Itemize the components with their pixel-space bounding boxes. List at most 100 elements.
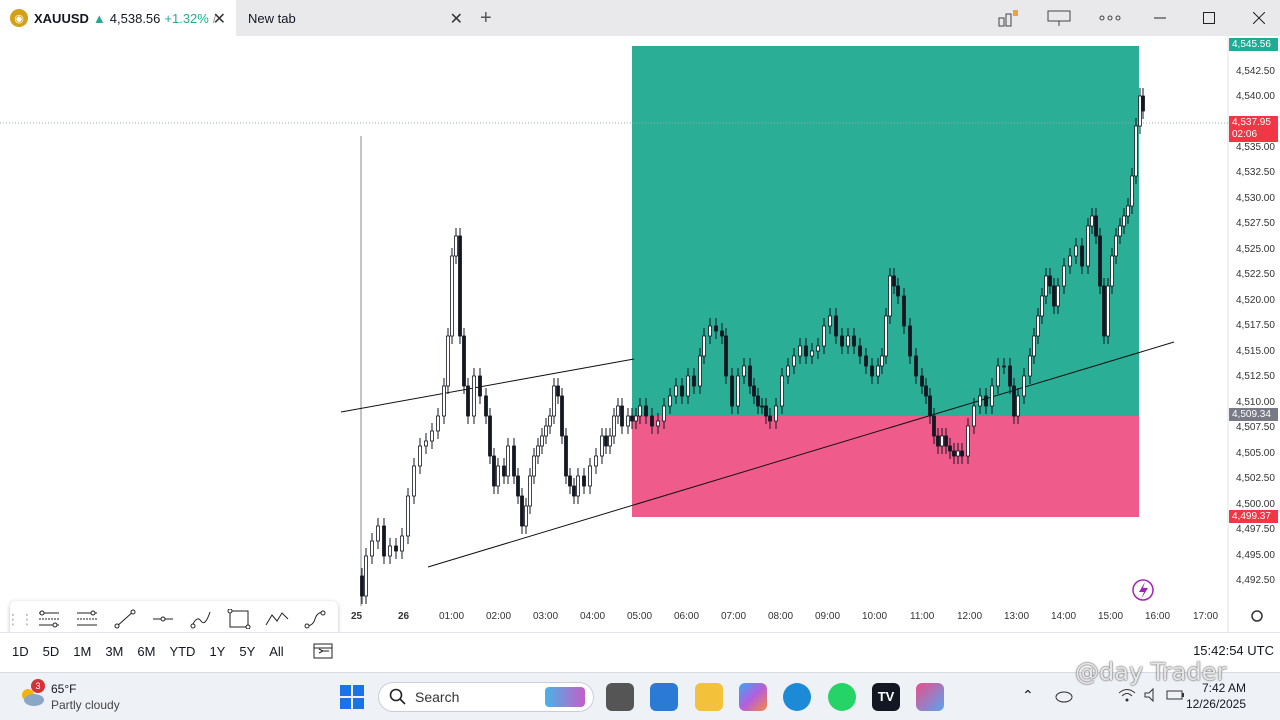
range-1m[interactable]: 1M — [66, 644, 98, 659]
range-5y[interactable]: 5Y — [232, 644, 262, 659]
current-price-value: 4,537.95 — [1232, 117, 1271, 128]
candle-body — [1002, 365, 1006, 368]
range-buttons: 1D 5D 1M 3M 6M YTD 1Y 5Y All — [5, 644, 291, 659]
candle-body — [524, 505, 528, 527]
candle-body — [360, 575, 364, 597]
candlestick-chart[interactable] — [0, 36, 1280, 632]
price-tick-label: 4,515.00 — [1236, 346, 1275, 357]
range-ytd[interactable]: YTD — [162, 644, 202, 659]
candle-body — [940, 435, 944, 447]
time-tick-label: 08:00 — [768, 611, 794, 622]
trend-line-icon[interactable] — [106, 603, 144, 635]
chevron-up-icon[interactable]: ⌃ — [1022, 687, 1034, 704]
price-tick-label: 4,535.00 — [1236, 142, 1275, 153]
taskbar-search[interactable]: Search — [378, 682, 594, 712]
range-3m[interactable]: 3M — [98, 644, 130, 659]
candle-body — [576, 475, 580, 497]
tab-new[interactable]: New tab ✕ — [237, 0, 473, 36]
maximize-icon[interactable] — [1186, 0, 1232, 36]
candle-body — [884, 315, 888, 357]
price-tick-label: 4,517.50 — [1236, 320, 1275, 331]
price-tick-label: 4,525.00 — [1236, 244, 1275, 255]
candle-body — [1114, 235, 1118, 257]
candle-body — [756, 395, 760, 407]
apps-icon[interactable] — [986, 0, 1032, 36]
close-tab-icon[interactable]: ✕ — [213, 9, 226, 29]
picture-icon[interactable] — [1036, 0, 1082, 36]
windows-start-icon[interactable] — [338, 683, 366, 711]
tradingview-icon[interactable]: TV — [872, 683, 900, 711]
candle-body — [1040, 295, 1044, 317]
system-date: 12/26/2025 — [1185, 697, 1246, 711]
candle-body — [760, 405, 764, 408]
settings-gear-icon[interactable] — [1251, 610, 1263, 622]
candle-body — [612, 415, 616, 437]
candle-body — [600, 435, 604, 457]
candle-body — [382, 525, 386, 557]
candle-body — [502, 465, 506, 477]
candle-body — [406, 495, 410, 537]
candle-body — [436, 415, 440, 432]
candle-body — [394, 545, 398, 552]
weather-desc: Partly cloudy — [51, 698, 120, 712]
range-5d[interactable]: 5D — [36, 644, 67, 659]
outlook-icon[interactable] — [650, 683, 678, 711]
price-tick-label: 4,542.50 — [1236, 66, 1275, 77]
wifi-icon[interactable] — [1118, 687, 1136, 708]
cloud-sync-icon[interactable] — [1054, 687, 1074, 708]
candle-body — [560, 395, 564, 437]
badge-current-price: 4,537.95 02:06 — [1229, 116, 1278, 142]
path-icon[interactable] — [258, 603, 296, 635]
speaker-icon[interactable] — [1143, 687, 1161, 708]
copilot-icon[interactable] — [739, 683, 767, 711]
snipping-tool-icon[interactable] — [916, 683, 944, 711]
close-window-icon[interactable] — [1236, 0, 1280, 36]
candle-body — [1016, 395, 1020, 417]
close-tab-icon[interactable]: ✕ — [450, 9, 463, 29]
drag-handle-icon[interactable]: ⋮⋮ — [6, 603, 34, 635]
candle-body — [920, 375, 924, 387]
battery-icon[interactable] — [1166, 687, 1186, 708]
candle-body — [1138, 95, 1142, 127]
short-position-icon[interactable] — [68, 603, 106, 635]
new-tab-plus-icon[interactable]: + — [480, 7, 492, 30]
minimize-icon[interactable] — [1137, 0, 1183, 36]
range-1d[interactable]: 1D — [5, 644, 36, 659]
candle-body — [960, 450, 964, 457]
long-position-icon[interactable] — [30, 603, 68, 635]
candle-body — [786, 365, 790, 377]
candle-body — [472, 375, 476, 417]
candle-body — [582, 475, 586, 487]
range-all[interactable]: All — [262, 644, 290, 659]
rectangle-icon[interactable] — [220, 603, 258, 635]
date-range-icon[interactable] — [313, 641, 333, 662]
chart-area[interactable]: 4,542.50 4,540.00 4,535.00 4,532.50 4,530.00… — [0, 36, 1280, 637]
task-view-icon[interactable] — [606, 683, 634, 711]
more-options-icon[interactable] — [1087, 0, 1133, 36]
curve-icon[interactable] — [296, 603, 334, 635]
time-tick-label: 07:00 — [721, 611, 747, 622]
time-tick-label: 25 — [351, 611, 363, 622]
file-explorer-icon[interactable] — [695, 683, 723, 711]
brush-icon[interactable] — [182, 603, 220, 635]
tab-xauusd[interactable]: ◉ XAUUSD ▲ 4,538.56 +1.32% / ✕ — [0, 0, 236, 36]
candle-body — [462, 335, 466, 387]
candle-body — [680, 385, 684, 397]
candle-body — [864, 355, 868, 367]
tab-change: +1.32% — [164, 10, 209, 26]
candle-body — [588, 465, 592, 487]
candle-body — [792, 355, 796, 367]
candle-body — [1012, 385, 1016, 417]
weather-temp: 65°F — [51, 682, 77, 696]
price-tick-label: 4,495.00 — [1236, 550, 1275, 561]
candle-body — [540, 435, 544, 447]
edge-icon[interactable] — [783, 683, 811, 711]
horizontal-ray-icon[interactable] — [144, 603, 182, 635]
range-1y[interactable]: 1Y — [202, 644, 232, 659]
range-6m[interactable]: 6M — [130, 644, 162, 659]
candle-body — [780, 375, 784, 407]
utc-clock[interactable]: 15:42:54 UTC — [1193, 643, 1274, 658]
candle-body — [1134, 125, 1138, 177]
whatsapp-icon[interactable] — [828, 683, 856, 711]
stop-zone[interactable] — [632, 416, 1139, 517]
